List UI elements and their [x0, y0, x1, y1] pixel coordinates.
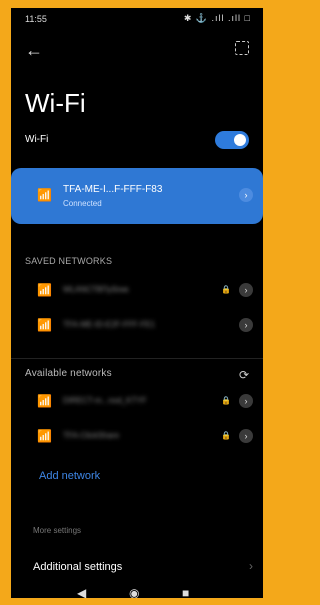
connected-network-card[interactable]: 📶 TFA-ME-I...F-FFF-F83 Connected ›	[11, 168, 263, 224]
chevron-right-icon: ›	[249, 559, 253, 573]
saved-network-item[interactable]: 📶 TFA-ME-ID-E2F-FFF-FE1 ›	[11, 312, 263, 338]
network-name: DIRECT-m...nod_KTYF	[63, 396, 147, 405]
available-network-item[interactable]: 📶 TFA-ClickShare 🔒 ›	[11, 423, 263, 449]
top-nav: ←	[11, 38, 263, 68]
back-nav-icon[interactable]: ◀	[77, 586, 86, 598]
add-network-button[interactable]: Add network	[39, 470, 100, 482]
phone-screen: 11:55 ✱ ⚓ .ıll .ıll □ ← Wi-Fi Wi-Fi 📶 TF…	[11, 8, 263, 598]
saved-networks-header: SAVED NETWORKS	[25, 256, 113, 266]
wifi-toggle-switch[interactable]	[215, 131, 249, 149]
page-title: Wi-Fi	[25, 88, 86, 118]
status-icons: ✱ ⚓ .ıll .ıll □	[183, 13, 251, 23]
system-nav-bar: ◀ ◉ ■	[11, 586, 263, 598]
wifi-icon: 📶	[37, 318, 52, 332]
recents-nav-icon[interactable]: ■	[182, 586, 189, 598]
status-time: 11:55	[25, 14, 47, 24]
refresh-icon[interactable]: ⟳	[239, 368, 249, 382]
wifi-toggle-label: Wi-Fi	[25, 134, 49, 145]
available-network-item[interactable]: 📶 DIRECT-m...nod_KTYF 🔒 ›	[11, 388, 263, 414]
network-details-chevron-icon[interactable]: ›	[239, 429, 253, 443]
network-details-chevron-icon[interactable]: ›	[239, 283, 253, 297]
wifi-icon: 📶	[37, 394, 52, 408]
lock-icon: 🔒	[221, 396, 231, 405]
toggle-knob	[234, 134, 246, 146]
network-name: WLANСТВПублик	[63, 285, 129, 294]
wifi-icon: 📶	[37, 429, 52, 443]
saved-network-item[interactable]: 📶 WLANСТВПублик 🔒 ›	[11, 277, 263, 303]
connected-status: Connected	[63, 199, 102, 208]
network-details-chevron-icon[interactable]: ›	[239, 318, 253, 332]
network-name: TFA-ClickShare	[63, 431, 120, 440]
home-nav-icon[interactable]: ◉	[129, 586, 139, 598]
lock-icon: 🔒	[221, 285, 231, 294]
more-settings-header: More settings	[33, 526, 82, 535]
network-details-chevron-icon[interactable]: ›	[239, 188, 253, 202]
network-name: TFA-ME-ID-E2F-FFF-FE1	[63, 320, 155, 329]
back-arrow-icon[interactable]: ←	[25, 40, 43, 61]
available-networks-header: Available networks	[25, 368, 112, 379]
wifi-icon: 📶	[37, 283, 52, 297]
network-details-chevron-icon[interactable]: ›	[239, 394, 253, 408]
connected-ssid: TFA-ME-I...F-FFF-F83	[63, 184, 163, 195]
section-divider	[11, 358, 263, 359]
wifi-toggle-row[interactable]: Wi-Fi	[11, 126, 263, 154]
qr-scan-icon[interactable]	[235, 41, 249, 55]
status-bar: 11:55 ✱ ⚓ .ıll .ıll □	[11, 8, 263, 30]
lock-icon: 🔒	[221, 431, 231, 440]
wifi-icon: 📶	[37, 188, 52, 202]
additional-settings-item[interactable]: Additional settings	[33, 561, 122, 573]
